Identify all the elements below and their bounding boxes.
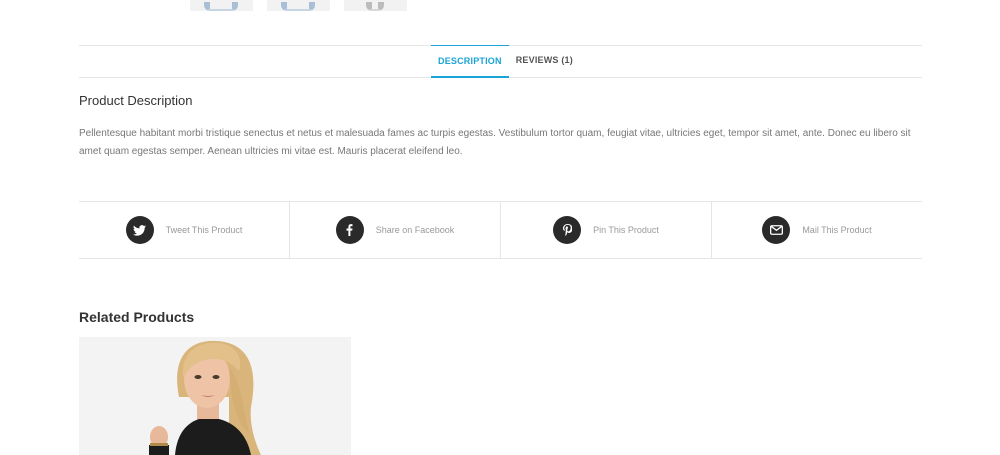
tab-description[interactable]: DESCRIPTION [431, 45, 509, 78]
twitter-icon [125, 216, 154, 244]
related-products-heading: Related Products [79, 309, 195, 325]
thumbnail-image [281, 2, 315, 11]
thumbnail-image [366, 2, 384, 11]
share-facebook-button[interactable]: Share on Facebook [290, 202, 501, 258]
gallery-thumbnails [190, 0, 407, 11]
share-pinterest-button[interactable]: Pin This Product [501, 202, 712, 258]
share-twitter-button[interactable]: Tweet This Product [79, 202, 290, 258]
pinterest-icon [553, 216, 582, 244]
share-facebook-label: Share on Facebook [375, 225, 455, 235]
gallery-thumbnail[interactable] [190, 0, 253, 11]
gallery-thumbnail[interactable] [267, 0, 330, 11]
share-bar: Tweet This Product Share on Facebook Pin… [79, 201, 922, 259]
share-pinterest-label: Pin This Product [593, 225, 659, 235]
share-mail-button[interactable]: Mail This Product [712, 202, 922, 258]
related-product-image[interactable] [79, 337, 351, 455]
tab-reviews[interactable]: REVIEWS (1) [509, 45, 580, 78]
product-description-text: Pellentesque habitant morbi tristique se… [79, 128, 911, 157]
product-tabs: DESCRIPTION REVIEWS (1) [431, 45, 580, 78]
model-photo [79, 337, 351, 455]
thumbnail-image [204, 2, 238, 11]
share-mail-label: Mail This Product [802, 225, 872, 235]
share-twitter-label: Tweet This Product [165, 225, 243, 235]
gallery-thumbnail[interactable] [344, 0, 407, 11]
product-tabs-bar: DESCRIPTION REVIEWS (1) [79, 45, 922, 78]
mail-icon [762, 216, 791, 244]
product-description-heading: Product Description [79, 93, 193, 108]
facebook-icon [335, 216, 364, 244]
